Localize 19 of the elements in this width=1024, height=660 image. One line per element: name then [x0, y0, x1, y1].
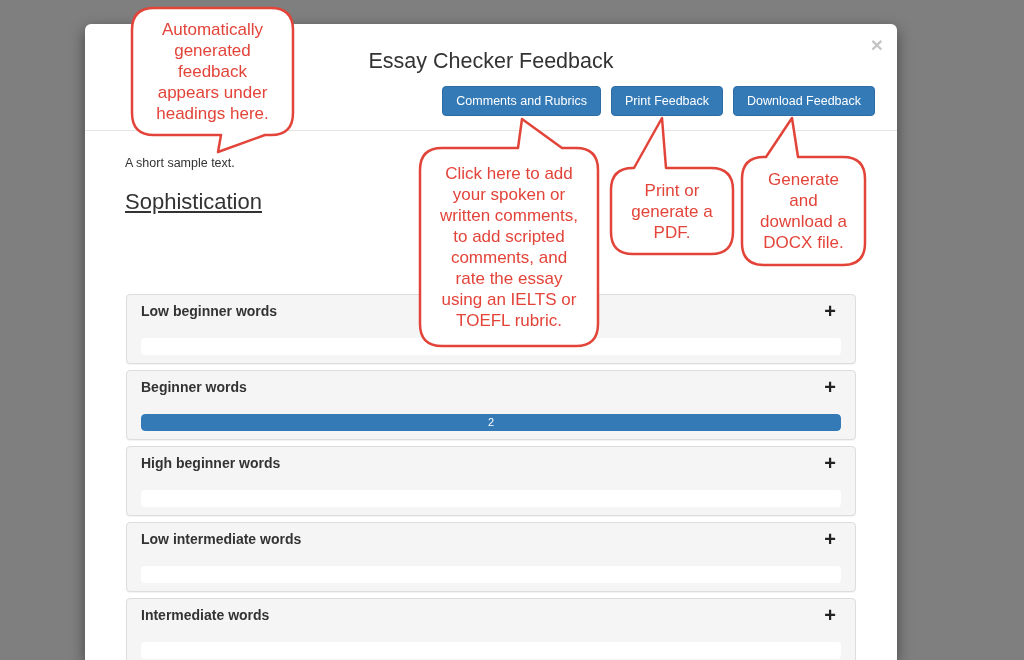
- callout-tooltip: Print or generate a PDF.: [609, 116, 735, 256]
- action-button[interactable]: Print Feedback: [610, 86, 724, 116]
- expand-toggle[interactable]: +: [824, 301, 836, 321]
- expand-toggle[interactable]: +: [824, 453, 836, 473]
- modal-title: Essay Checker Feedback: [368, 49, 614, 73]
- sample-text: A short sample text.: [125, 155, 235, 172]
- expand-toggle[interactable]: +: [824, 529, 836, 549]
- callout-tooltip: Generate and download a DOCX file.: [740, 116, 867, 267]
- action-button[interactable]: Comments and Rubrics: [442, 86, 601, 116]
- panel-title: Low intermediate words: [141, 530, 302, 549]
- expand-toggle[interactable]: +: [824, 377, 836, 397]
- section-heading-link[interactable]: Sophistication: [125, 189, 262, 215]
- panel-title: High beginner words: [141, 454, 281, 473]
- action-button[interactable]: Download Feedback: [733, 86, 875, 116]
- panel-title: Low beginner words: [141, 302, 278, 321]
- expand-toggle[interactable]: +: [824, 605, 836, 625]
- panel-title: Beginner words: [141, 378, 247, 397]
- progress-fill: 2: [141, 414, 841, 431]
- panel-title: Intermediate words: [141, 606, 270, 625]
